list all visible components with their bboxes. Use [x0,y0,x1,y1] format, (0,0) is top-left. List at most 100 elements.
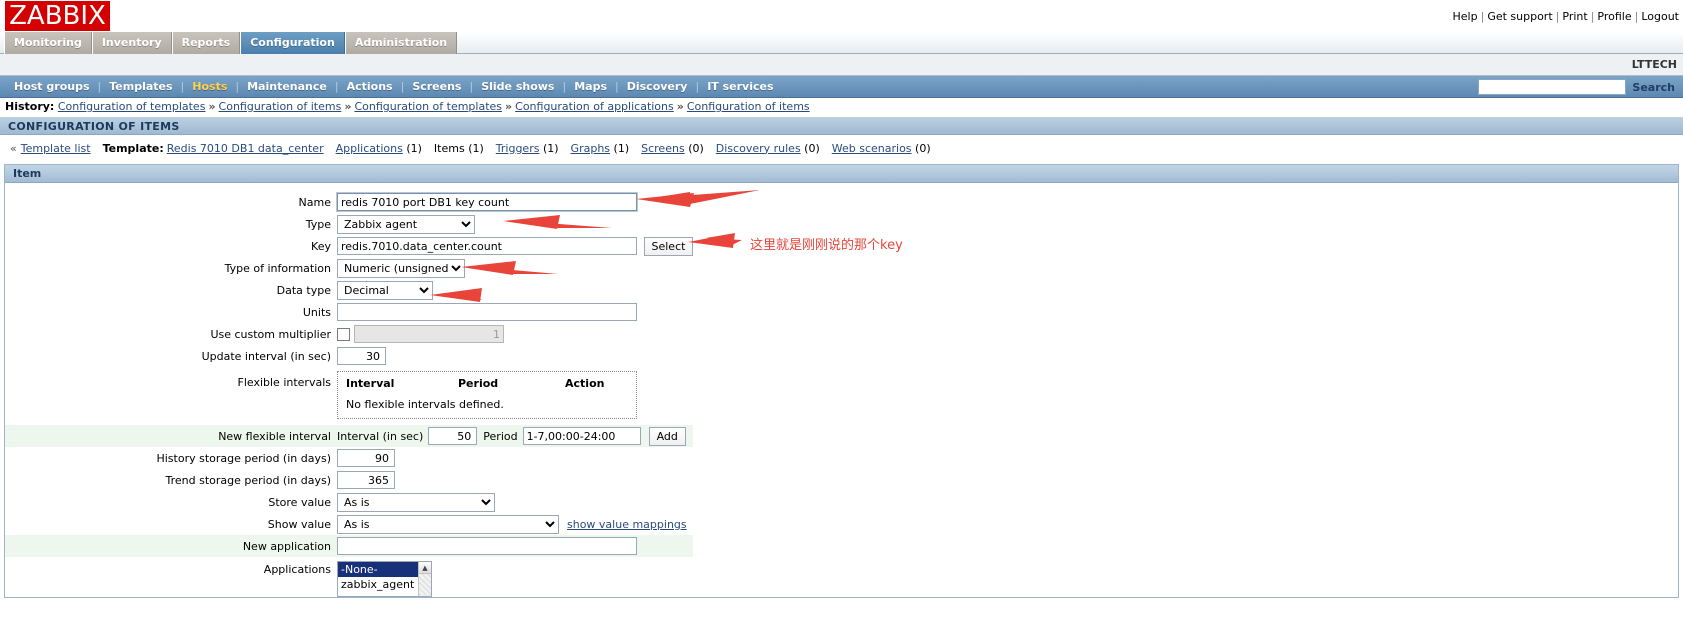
scrollbar-track[interactable] [419,574,431,595]
form-row-trend-storage: Trend storage period (in days) [5,469,693,491]
key-input[interactable] [337,237,637,255]
applications-listbox[interactable]: -None- zabbix_agent ▲ [337,561,432,597]
trend-storage-input[interactable] [337,471,395,489]
tab-items[interactable]: Items [434,142,465,155]
new-interval-input[interactable] [428,427,478,445]
tab-web-scenarios[interactable]: Web scenarios [832,142,912,155]
custom-multiplier-label: Use custom multiplier [210,327,331,341]
breadcrumb-item-0[interactable]: Configuration of templates [58,100,206,113]
logout-link[interactable]: Logout [1641,10,1679,23]
update-interval-input[interactable] [337,347,386,365]
item-panel: Item Name Type Zabbix agent Key [4,164,1679,598]
type-of-information-select[interactable]: Numeric (unsigned) [337,258,465,278]
link-separator: | [1634,10,1639,23]
breadcrumb-item-4[interactable]: Configuration of items [687,100,810,113]
applications-scrollbar[interactable]: ▲ [418,562,431,596]
submenu-slide-shows[interactable]: Slide shows [473,80,562,93]
submenu-hosts[interactable]: Hosts [184,80,235,93]
help-link[interactable]: Help [1453,10,1478,23]
submenu-host-groups[interactable]: Host groups [6,80,98,93]
main-menu-bar: Monitoring Inventory Reports Configurati… [0,32,1683,54]
data-type-select[interactable]: Decimal [337,280,433,300]
sub-menu-links: Host groups | Templates | Hosts | Maintenan… [0,80,782,93]
form-row-update-interval: Update interval (in sec) [5,345,693,367]
submenu-actions[interactable]: Actions [339,80,401,93]
search-button[interactable]: Search [1632,81,1683,94]
submenu-separator: | [695,80,700,93]
submenu-it-services[interactable]: IT services [699,80,781,93]
flexible-intervals-header: Interval Period Action [346,377,628,390]
tab-items-count: (1) [468,141,484,155]
tab-triggers[interactable]: Triggers [496,142,540,155]
main-tab-monitoring[interactable]: Monitoring [4,32,92,54]
custom-multiplier-checkbox[interactable] [337,328,350,341]
breadcrumb-item-1[interactable]: Configuration of items [219,100,342,113]
form-row-show-value: Show value As is show value mappings [5,513,693,535]
search-input[interactable] [1478,79,1627,95]
history-label: History: [5,100,55,113]
new-flexible-interval-label: New flexible interval [5,425,337,447]
main-tab-inventory[interactable]: Inventory [91,32,172,54]
user-bar: LTTECH [0,54,1683,76]
submenu-screens[interactable]: Screens [404,80,469,93]
update-interval-label: Update interval (in sec) [201,349,331,363]
breadcrumb-item-3[interactable]: Configuration of applications [515,100,674,113]
key-select-button[interactable]: Select [643,236,694,256]
tab-discovery-rules[interactable]: Discovery rules [716,142,801,155]
show-value-select[interactable]: As is [337,514,559,534]
store-value-select[interactable]: As is [337,492,495,512]
tab-graphs[interactable]: Graphs [571,142,610,155]
breadcrumb-item-2[interactable]: Configuration of templates [354,100,502,113]
page-title: CONFIGURATION OF ITEMS [0,116,1683,135]
new-period-input[interactable] [522,427,641,445]
submenu-separator: | [180,80,185,93]
main-tab-administration[interactable]: Administration [344,32,458,54]
tab-discovery-rules-count: (0) [804,141,820,155]
main-menu-tabs: Monitoring Inventory Reports Configurati… [4,32,458,54]
form-row-type-of-information: Type of information Numeric (unsigned) [5,257,693,279]
search-area: Search [1478,76,1683,98]
tab-triggers-count: (1) [542,141,559,155]
form-row-type: Type Zabbix agent [5,213,693,235]
units-input[interactable] [337,303,637,321]
trend-storage-label: Trend storage period (in days) [165,473,332,487]
submenu-discovery[interactable]: Discovery [619,80,696,93]
sub-menu-bar: Host groups | Templates | Hosts | Maintenan… [0,76,1683,98]
template-name-link[interactable]: Redis 7010 DB1 data_center [167,142,324,155]
show-value-label: Show value [267,517,331,531]
name-input[interactable] [336,192,638,212]
main-tab-reports[interactable]: Reports [171,32,241,54]
form-row-units: Units [5,301,693,323]
history-storage-input[interactable] [337,449,395,467]
applications-label: Applications [263,563,331,576]
submenu-separator: | [334,80,339,93]
flexible-intervals-box: Interval Period Action No flexible inter… [337,371,637,419]
back-chevron-icon: « [10,141,17,155]
form-row-new-flexible-interval: New flexible interval Interval (in sec) P… [5,425,694,447]
profile-link[interactable]: Profile [1597,10,1631,23]
tab-applications[interactable]: Applications [336,142,403,155]
new-period-label: Period [483,429,518,443]
tab-screens[interactable]: Screens [641,142,685,155]
submenu-maps[interactable]: Maps [566,80,615,93]
main-tab-configuration[interactable]: Configuration [240,32,345,54]
logged-in-username: LTTECH [1631,58,1677,71]
scroll-up-icon[interactable]: ▲ [419,562,431,574]
add-flexible-interval-button[interactable]: Add [648,426,686,446]
submenu-separator: | [615,80,619,93]
submenu-separator: | [235,80,240,93]
submenu-maintenance[interactable]: Maintenance [239,80,335,93]
link-separator: | [1480,10,1485,23]
show-value-mappings-link[interactable]: show value mappings [567,518,687,531]
breadcrumb-separator: » [676,100,684,113]
breadcrumb-separator: » [344,100,352,113]
breadcrumb-separator: » [208,100,216,113]
new-application-input[interactable] [337,537,637,555]
item-panel-header: Item [5,165,1678,183]
type-select[interactable]: Zabbix agent [337,214,475,234]
print-link[interactable]: Print [1562,10,1587,23]
template-list-link[interactable]: Template list [21,142,91,155]
get-support-link[interactable]: Get support [1487,10,1552,23]
submenu-separator: | [400,80,405,93]
submenu-templates[interactable]: Templates [101,80,180,93]
